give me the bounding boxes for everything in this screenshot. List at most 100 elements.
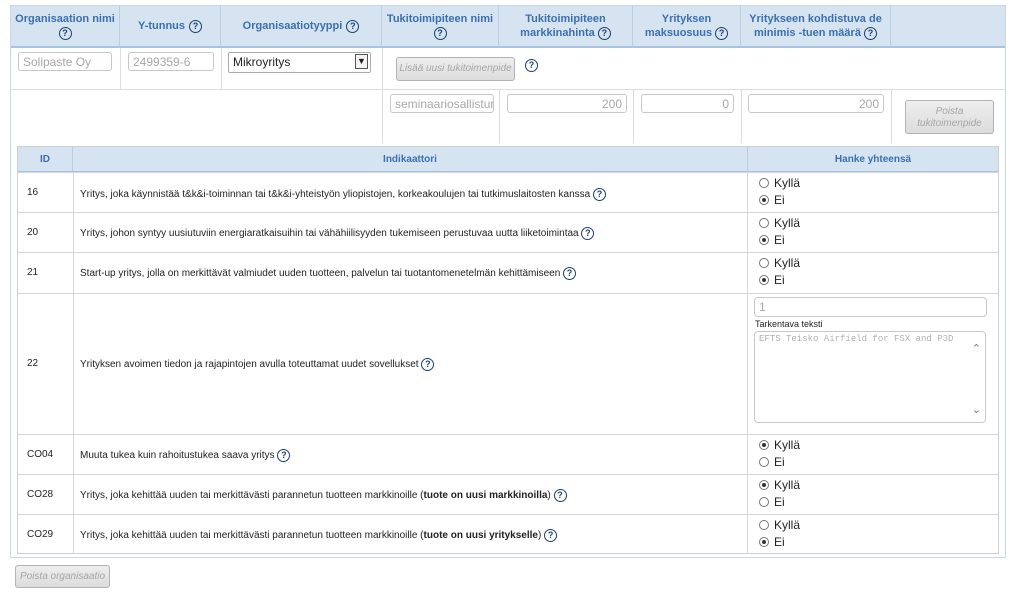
radio-yes[interactable]: Kyllä bbox=[759, 437, 800, 453]
remove-measure-label: Poista bbox=[935, 106, 964, 117]
table-row: 21 Start-up yritys, jolla on merkittävät… bbox=[18, 252, 998, 293]
col-divider bbox=[499, 90, 500, 143]
indicator-table: ID Indikaattori Hanke yhteensä 16 Yritys… bbox=[17, 146, 999, 554]
help-icon[interactable]: ? bbox=[433, 27, 447, 40]
header-org-type: Organisaatiotyyppi ? bbox=[221, 6, 382, 48]
table-row: 22 Yrityksen avoimen tiedon ja rajapinto… bbox=[18, 293, 998, 434]
radio-button[interactable] bbox=[759, 177, 769, 188]
radio-no[interactable]: Ei bbox=[759, 494, 785, 510]
table-row: CO29 Yritys, joka kehittää uuden tai mer… bbox=[18, 514, 998, 554]
radio-button[interactable] bbox=[759, 479, 769, 490]
radio-button[interactable] bbox=[759, 519, 769, 530]
header-label: Tukitoimipiteen bbox=[525, 13, 606, 25]
row-indicator-text: Yritys, joka kehittää uuden tai merkittä… bbox=[80, 489, 567, 502]
row-indicator-text: Yritys, joka käynnistää t&k&i-toiminnan … bbox=[80, 188, 607, 201]
col-divider bbox=[741, 90, 742, 143]
row-indicator-text: Yrityksen avoimen tiedon ja rajapintojen… bbox=[80, 358, 435, 371]
radio-no[interactable]: Ei bbox=[759, 454, 785, 470]
chevron-up-icon[interactable]: ⌃ bbox=[972, 342, 981, 355]
help-icon[interactable]: ? bbox=[864, 26, 878, 40]
row-id: 22 bbox=[27, 358, 39, 369]
radio-button[interactable] bbox=[759, 456, 769, 467]
header-label-line2: maksuosuus ? bbox=[645, 26, 729, 40]
market-price-input[interactable]: 200 bbox=[507, 94, 627, 113]
table-row: CO28 Yritys, joka kehittää uuden tai mer… bbox=[18, 474, 998, 514]
help-icon[interactable]: ? bbox=[277, 449, 291, 462]
help-icon[interactable]: ? bbox=[581, 227, 595, 240]
radio-button[interactable] bbox=[759, 274, 769, 285]
table-row: 16 Yritys, joka käynnistää t&k&i-toiminn… bbox=[18, 172, 998, 212]
help-icon[interactable]: ? bbox=[421, 358, 435, 371]
header-label: Yrityksen bbox=[661, 13, 712, 25]
header-org-name: Organisaation nimi ? bbox=[11, 6, 120, 48]
header-measure-name: Tukitoimipiteen nimi ? bbox=[382, 6, 499, 48]
radio-yes[interactable]: Kyllä bbox=[759, 215, 800, 231]
row-id: CO28 bbox=[27, 489, 54, 500]
col-divider bbox=[891, 90, 892, 143]
col-divider bbox=[633, 90, 634, 143]
row-id: 20 bbox=[27, 227, 39, 238]
col-divider bbox=[221, 48, 222, 89]
radio-button[interactable] bbox=[759, 194, 769, 205]
radio-button[interactable] bbox=[759, 217, 769, 228]
row-divider bbox=[11, 89, 1005, 90]
header-de-minimis: Yritykseen kohdistuva de minimis -tuen m… bbox=[741, 6, 891, 48]
help-icon[interactable]: ? bbox=[563, 267, 577, 280]
chevron-down-icon[interactable]: ⌄ bbox=[972, 403, 981, 416]
org-name-input[interactable]: Solipaste Oy bbox=[18, 52, 112, 71]
chevron-down-icon: ▼ bbox=[355, 54, 368, 69]
header-indicator: Indikaattori bbox=[73, 147, 748, 172]
header-total: Hanke yhteensä bbox=[748, 147, 998, 172]
header-label: Organisaation nimi bbox=[15, 13, 115, 25]
remove-measure-label: tukitoimenpide bbox=[917, 118, 982, 129]
org-type-select[interactable]: Mikroyritys ▼ bbox=[228, 52, 371, 73]
help-icon[interactable]: ? bbox=[597, 26, 611, 40]
radio-no[interactable]: Ei bbox=[759, 534, 785, 550]
de-minimis-input[interactable]: 200 bbox=[748, 94, 884, 113]
business-id-input[interactable]: 2499359-6 bbox=[128, 52, 214, 71]
radio-button[interactable] bbox=[759, 536, 769, 547]
radio-button[interactable] bbox=[759, 257, 769, 268]
row-indicator-text: Muuta tukea kuin rahoitustukea saava yri… bbox=[80, 449, 291, 462]
row-indicator-text: Yritys, joka kehittää uuden tai merkittä… bbox=[80, 529, 558, 542]
header-market-price: Tukitoimipiteen markkinahinta ? bbox=[499, 6, 633, 48]
col-divider bbox=[382, 48, 383, 89]
header-company-share: Yrityksen maksuosuus ? bbox=[633, 6, 741, 48]
clarifying-text-label: Tarkentava teksti bbox=[755, 319, 823, 329]
count-input[interactable]: 1 bbox=[754, 297, 987, 317]
radio-button[interactable] bbox=[759, 439, 769, 450]
header-business-id: Y-tunnus ? bbox=[120, 6, 221, 48]
help-icon[interactable]: ? bbox=[525, 59, 538, 72]
help-icon[interactable]: ? bbox=[189, 19, 203, 33]
help-icon[interactable]: ? bbox=[593, 188, 607, 201]
remove-measure-button[interactable]: Poista tukitoimenpide bbox=[905, 100, 994, 134]
help-icon[interactable]: ? bbox=[715, 26, 729, 40]
help-icon[interactable]: ? bbox=[346, 19, 360, 33]
header-label: Yritykseen kohdistuva de bbox=[749, 13, 882, 25]
header-label: Organisaatiotyyppi bbox=[242, 20, 343, 32]
header-actions bbox=[891, 6, 1005, 48]
help-icon[interactable]: ? bbox=[544, 529, 558, 542]
radio-no[interactable]: Ei bbox=[759, 192, 785, 208]
radio-yes[interactable]: Kyllä bbox=[759, 517, 800, 533]
radio-no[interactable]: Ei bbox=[759, 232, 785, 248]
row-indicator-text: Yritys, johon syntyy uusiutuviin energia… bbox=[80, 227, 595, 240]
radio-button[interactable] bbox=[759, 496, 769, 507]
radio-yes[interactable]: Kyllä bbox=[759, 477, 800, 493]
help-icon[interactable]: ? bbox=[553, 489, 567, 502]
add-measure-button[interactable]: Lisää uusi tukitoimenpide bbox=[396, 57, 515, 81]
header-label-line2: markkinahinta ? bbox=[520, 26, 611, 40]
clarifying-textarea[interactable]: EFTS Teisko Airfield for FSX and P3D ⌃ ⌄ bbox=[754, 331, 986, 423]
remove-organisation-button[interactable]: Poista organisaatio bbox=[15, 565, 110, 588]
row-id: 16 bbox=[27, 187, 39, 198]
help-icon[interactable]: ? bbox=[58, 27, 72, 40]
measure-name-input[interactable]: seminaariosallistumi bbox=[390, 94, 494, 113]
radio-button[interactable] bbox=[759, 234, 769, 245]
header-label-line2: minimis -tuen määrä ? bbox=[754, 26, 878, 40]
radio-no[interactable]: Ei bbox=[759, 272, 785, 288]
radio-yes[interactable]: Kyllä bbox=[759, 255, 800, 271]
radio-yes[interactable]: Kyllä bbox=[759, 175, 800, 191]
table-row: 20 Yritys, johon syntyy uusiutuviin ener… bbox=[18, 212, 998, 252]
company-share-input[interactable]: 0 bbox=[641, 94, 734, 113]
col-divider bbox=[382, 90, 383, 143]
